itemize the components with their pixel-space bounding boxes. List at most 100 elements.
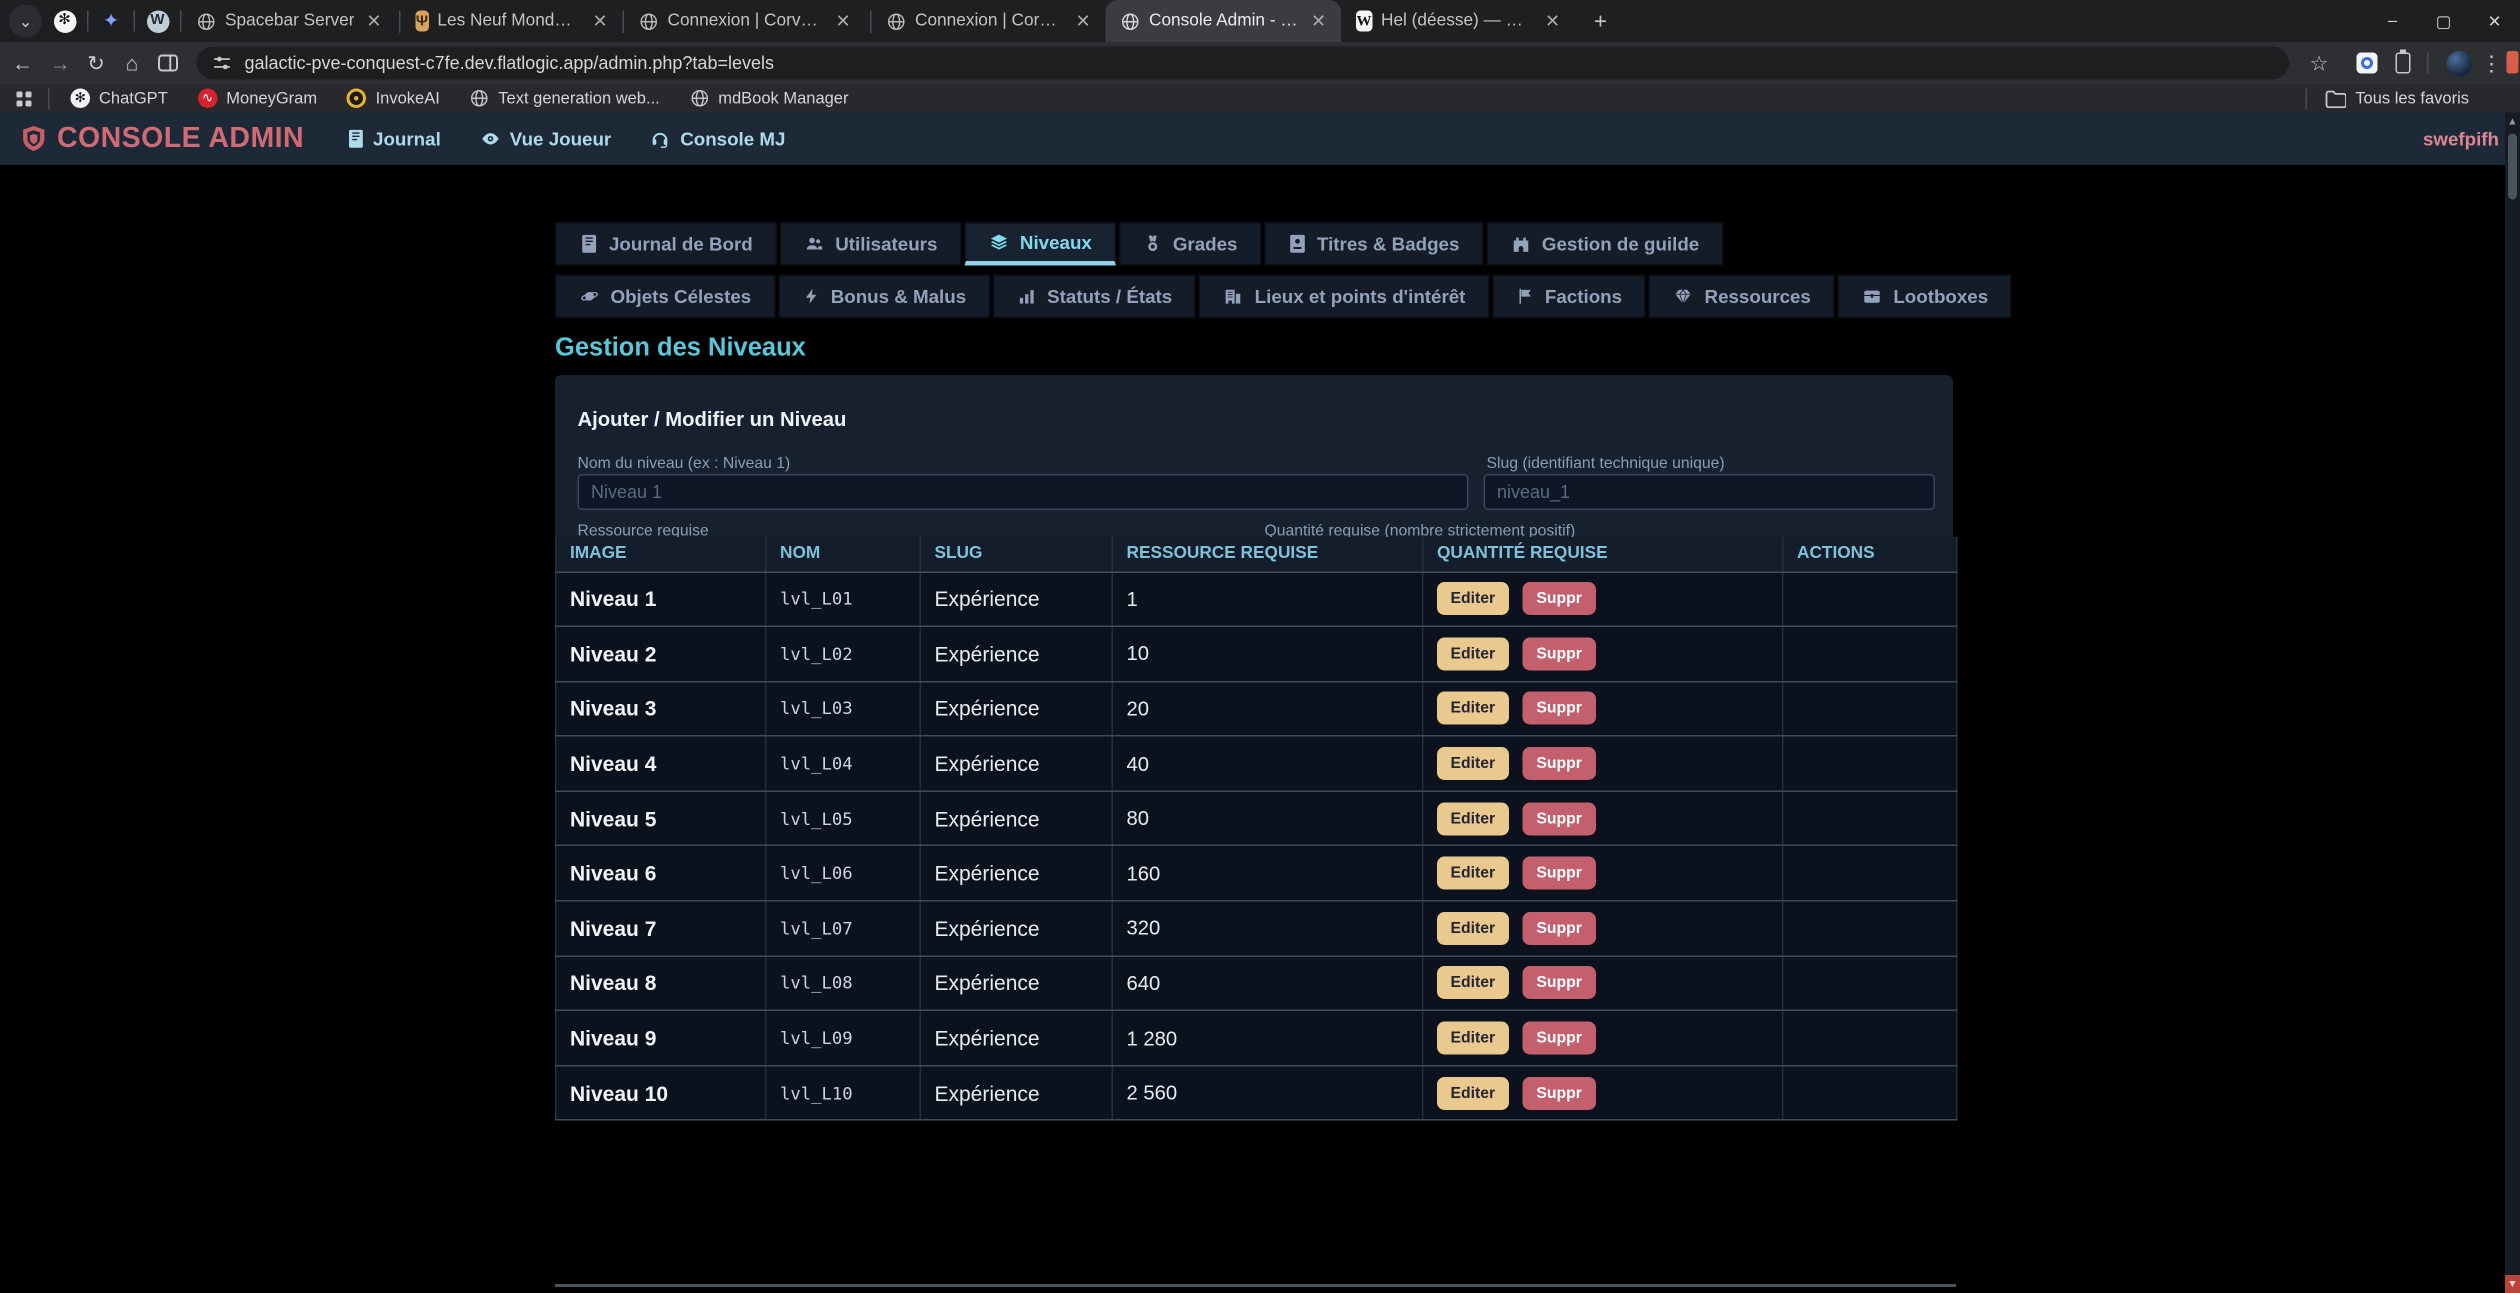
browser-tab[interactable]: Ψ Les Neuf Mondes de la Mythol ✕ (401, 0, 623, 42)
edit-level-button[interactable]: Editer (1437, 1022, 1509, 1055)
nav-console-mj[interactable]: Console MJ (650, 128, 785, 149)
close-tab-icon[interactable]: ✕ (590, 11, 611, 32)
pinned-tab-wordpress[interactable]: W (135, 0, 180, 42)
close-tab-icon[interactable]: ✕ (1308, 11, 1329, 32)
browser-tab[interactable]: W Hel (déesse) — Wikipédia ✕ (1341, 0, 1575, 42)
tab-grades[interactable]: Grades (1119, 222, 1262, 266)
side-panel-button[interactable] (150, 45, 186, 81)
delete-level-button[interactable]: Suppr (1523, 1076, 1596, 1109)
browser-tab[interactable]: Connexion | Corvara ✕ (872, 0, 1106, 42)
apps-grid-button[interactable] (15, 89, 33, 107)
delete-level-button[interactable]: Suppr (1523, 912, 1596, 945)
page-scrollbar[interactable]: ▲ ▼ (2505, 113, 2520, 1293)
name-input[interactable] (578, 474, 1469, 510)
tab-lootboxes[interactable]: Lootboxes (1838, 275, 2012, 319)
bookmark-star-icon[interactable]: ☆ (2301, 45, 2337, 81)
close-tab-icon[interactable]: ✕ (1073, 11, 1094, 32)
slug-input[interactable] (1484, 474, 1936, 510)
close-tab-icon[interactable]: ✕ (833, 11, 854, 32)
journal-icon (346, 129, 364, 149)
delete-level-button[interactable]: Suppr (1523, 802, 1596, 835)
address-bar[interactable]: galactic-pve-conquest-c7fe.dev.flatlogic… (197, 47, 2290, 80)
edit-level-button[interactable]: Editer (1437, 582, 1509, 615)
empty-cell (1783, 901, 1957, 956)
level-name-cell: Niveau 8 (556, 956, 766, 1011)
delete-level-button[interactable]: Suppr (1523, 692, 1596, 725)
reload-button[interactable]: ↻ (78, 45, 114, 81)
delete-level-button[interactable]: Suppr (1523, 1022, 1596, 1055)
tab-titres-badges[interactable]: Titres & Badges (1264, 222, 1483, 266)
profile-avatar[interactable] (2441, 45, 2477, 81)
edit-level-button[interactable]: Editer (1437, 1076, 1509, 1109)
scrollbar-thumb[interactable] (2508, 134, 2517, 200)
new-tab-button[interactable]: + (1581, 2, 1620, 41)
headset-icon (650, 129, 671, 149)
site-settings-icon[interactable] (212, 53, 233, 74)
close-button[interactable]: ✕ (2469, 0, 2520, 42)
building-icon (1223, 287, 1244, 307)
level-quantity-cell: 1 280 (1112, 1011, 1423, 1066)
layers-icon (988, 233, 1009, 253)
home-button[interactable]: ⌂ (114, 45, 150, 81)
tab-objets-celestes[interactable]: Objets Célestes (555, 275, 775, 319)
browser-menu-kebab-icon[interactable]: ⋮ (2474, 45, 2510, 81)
tab-search-chevron-icon[interactable]: ⌄ (9, 5, 42, 38)
tab-statuts-etats[interactable]: Statuts / États (993, 275, 1196, 319)
delete-level-button[interactable]: Suppr (1523, 582, 1596, 615)
tab-journal-de-bord[interactable]: Journal de Bord (555, 222, 777, 266)
delete-level-button[interactable]: Suppr (1523, 967, 1596, 1000)
scrollbar-down-arrow[interactable]: ▼ (2505, 1275, 2520, 1293)
forward-button[interactable]: → (42, 45, 78, 81)
tab-bonus-malus[interactable]: Bonus & Malus (778, 275, 990, 319)
delete-level-button[interactable]: Suppr (1523, 637, 1596, 670)
tab-ressources[interactable]: Ressources (1649, 275, 1835, 319)
level-quantity-cell: 20 (1112, 681, 1423, 736)
edit-level-button[interactable]: Editer (1437, 967, 1509, 1000)
chest-icon (1862, 287, 1883, 307)
delete-level-button[interactable]: Suppr (1523, 747, 1596, 780)
edit-level-button[interactable]: Editer (1437, 747, 1509, 780)
nav-vue-joueur[interactable]: Vue Joueur (480, 128, 611, 149)
maximize-button[interactable]: ▢ (2418, 0, 2469, 42)
back-button[interactable]: ← (5, 45, 41, 81)
edit-level-button[interactable]: Editer (1437, 857, 1509, 890)
tab-lieux-points-interet[interactable]: Lieux et points d'intérêt (1199, 275, 1489, 319)
pinned-tab-gemini[interactable]: ✦ (89, 0, 134, 42)
edit-level-button[interactable]: Editer (1437, 802, 1509, 835)
flag-icon (1516, 287, 1534, 307)
tab-niveaux[interactable]: Niveaux (964, 222, 1115, 266)
bookmark-chatgpt[interactable]: ✻ ChatGPT (71, 89, 168, 109)
delete-level-button[interactable]: Suppr (1523, 857, 1596, 890)
close-tab-icon[interactable]: ✕ (1542, 11, 1563, 32)
level-resource-cell: Expérience (920, 736, 1112, 791)
all-bookmarks-button[interactable]: Tous les favoris (2325, 89, 2469, 107)
level-actions-cell: Editer Suppr (1423, 626, 1783, 681)
level-quantity-cell: 1 (1112, 572, 1423, 627)
eye-icon (480, 129, 501, 149)
divider (2306, 88, 2308, 109)
scrollbar-up-arrow[interactable]: ▲ (2505, 113, 2520, 131)
tab-gestion-de-guilde[interactable]: Gestion de guilde (1486, 222, 1723, 266)
browser-tab[interactable]: Connexion | Corvara ✕ (624, 0, 870, 42)
nav-journal[interactable]: Journal (346, 128, 441, 149)
extension-button-2[interactable] (2385, 45, 2421, 81)
minimize-button[interactable]: – (2367, 0, 2418, 42)
pinned-tab-spacebar[interactable]: ✻ (42, 0, 87, 42)
bookmark-mdbook[interactable]: mdBook Manager (690, 89, 849, 109)
globe-icon (690, 89, 710, 109)
bookmark-invokeai[interactable]: InvokeAI (347, 89, 440, 109)
empty-cell (1783, 1011, 1957, 1066)
bookmark-moneygram[interactable]: ∿ MoneyGram (198, 89, 317, 109)
bookmark-textgen[interactable]: Text generation web... (470, 89, 660, 109)
edit-level-button[interactable]: Editer (1437, 637, 1509, 670)
browser-tab[interactable]: Spacebar Server ✕ (182, 0, 400, 42)
tab-factions[interactable]: Factions (1492, 275, 1646, 319)
update-badge[interactable] (2507, 51, 2519, 74)
extension-button[interactable] (2349, 45, 2385, 81)
browser-tab-active[interactable]: Console Admin - Nexus ✕ (1106, 0, 1342, 42)
edit-level-button[interactable]: Editer (1437, 912, 1509, 945)
close-tab-icon[interactable]: ✕ (363, 11, 384, 32)
tab-utilisateurs[interactable]: Utilisateurs (780, 222, 962, 266)
edit-level-button[interactable]: Editer (1437, 692, 1509, 725)
fort-icon (1510, 234, 1531, 254)
